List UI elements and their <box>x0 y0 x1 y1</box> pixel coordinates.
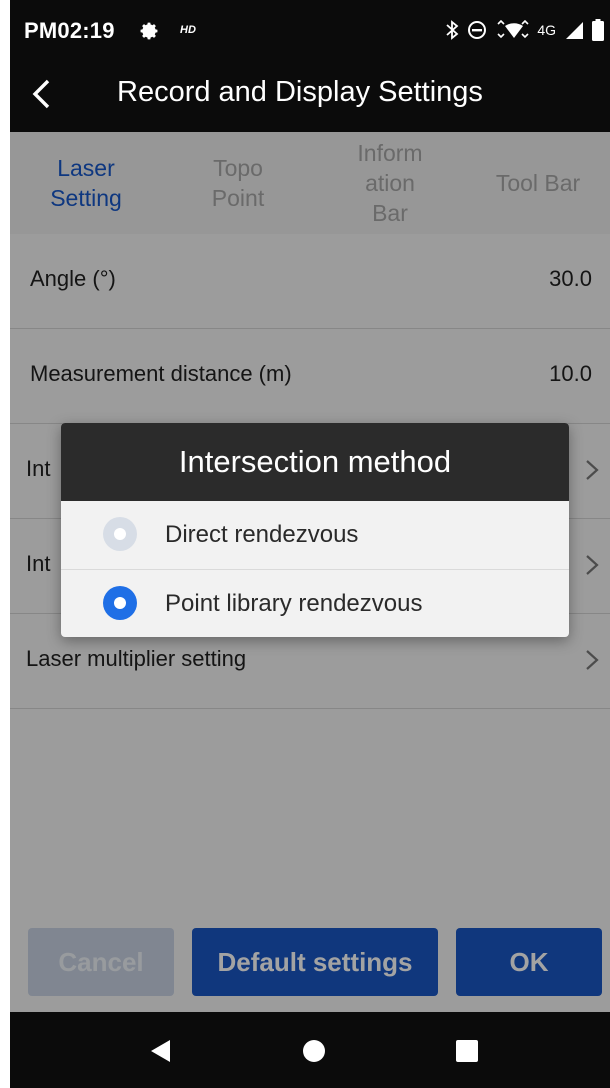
intersection-method-dialog: Intersection method Direct rendezvous Po… <box>61 423 569 637</box>
wifi-icon <box>495 20 529 40</box>
gear-icon <box>138 20 160 42</box>
chevron-left-icon <box>32 79 50 109</box>
dialog-title: Intersection method <box>61 423 569 501</box>
status-time: PM02:19 <box>24 18 115 43</box>
page-title: Record and Display Settings <box>117 76 483 108</box>
option-label: Point library rendezvous <box>165 590 423 617</box>
nav-recents-icon[interactable] <box>456 1040 478 1062</box>
do-not-disturb-icon <box>467 20 487 40</box>
battery-icon <box>592 19 604 41</box>
status-bar: PM02:19 HD 4G <box>10 0 610 60</box>
option-label: Direct rendezvous <box>165 521 359 548</box>
system-nav-bar <box>10 1012 610 1088</box>
back-button[interactable] <box>24 76 60 112</box>
radio-selected-icon[interactable] <box>103 586 137 620</box>
hd-badge: HD <box>180 24 196 36</box>
status-icons: 4G <box>445 17 604 43</box>
bluetooth-icon <box>445 19 459 41</box>
option-direct-rendezvous[interactable]: Direct rendezvous <box>61 501 569 569</box>
radio-unselected-icon[interactable] <box>103 517 137 551</box>
option-point-library-rendezvous[interactable]: Point library rendezvous <box>61 569 569 637</box>
app-header: Record and Display Settings <box>10 60 610 132</box>
nav-back-icon[interactable] <box>148 1038 174 1064</box>
nav-home-icon[interactable] <box>302 1039 326 1063</box>
cell-signal-icon <box>564 20 584 40</box>
network-type-label: 4G <box>537 22 556 38</box>
phone-screen: PM02:19 HD 4G Record and Display Setting… <box>10 0 610 1088</box>
